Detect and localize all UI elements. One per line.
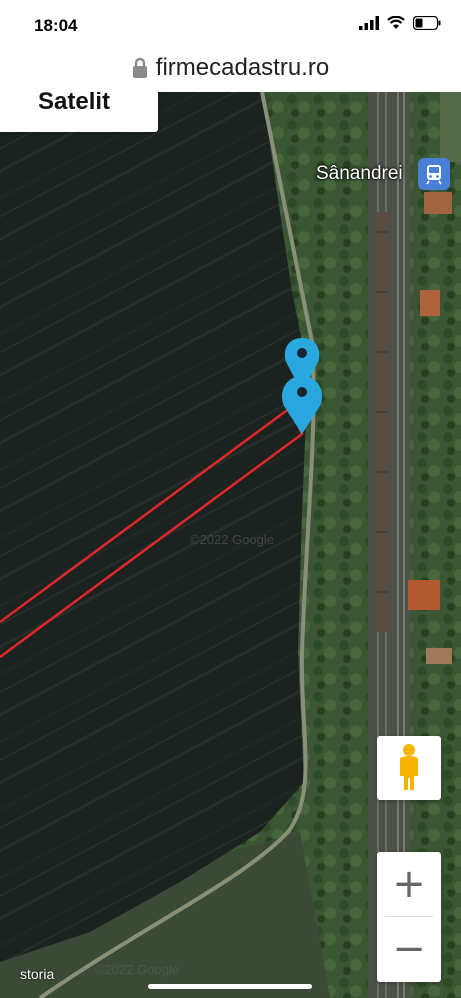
battery-icon: [413, 16, 441, 30]
zoom-control: + −: [377, 852, 441, 982]
satellite-map[interactable]: ©2022 Google ©2022 Google Satelit Sânand…: [0, 92, 461, 998]
train-station-icon[interactable]: [418, 158, 450, 190]
zoom-out-button[interactable]: −: [377, 917, 441, 981]
brand-watermark: storia: [20, 966, 55, 982]
building: [424, 192, 452, 214]
building: [420, 290, 440, 316]
svg-text:©2022 Google: ©2022 Google: [190, 532, 274, 547]
place-label[interactable]: Sânandrei: [316, 163, 403, 185]
lock-icon: [132, 57, 147, 78]
home-indicator: [148, 984, 312, 989]
map-type-label: Satelit: [38, 92, 111, 115]
status-icons: [359, 16, 441, 30]
status-bar: 18:04: [0, 0, 461, 50]
status-time: 18:04: [34, 16, 78, 35]
url-text: firmecadastru.ro: [155, 54, 330, 81]
street-view-button[interactable]: [377, 736, 441, 800]
pegman-icon: [400, 744, 418, 790]
wifi-icon: [387, 16, 405, 29]
zoom-in-button[interactable]: +: [377, 852, 441, 916]
map-type-button[interactable]: Satelit: [0, 92, 158, 132]
building: [408, 580, 440, 610]
address-bar[interactable]: firmecadastru.ro: [0, 44, 461, 92]
svg-text:©2022 Google: ©2022 Google: [95, 962, 179, 977]
signal-icon: [359, 16, 379, 30]
building: [426, 648, 452, 664]
